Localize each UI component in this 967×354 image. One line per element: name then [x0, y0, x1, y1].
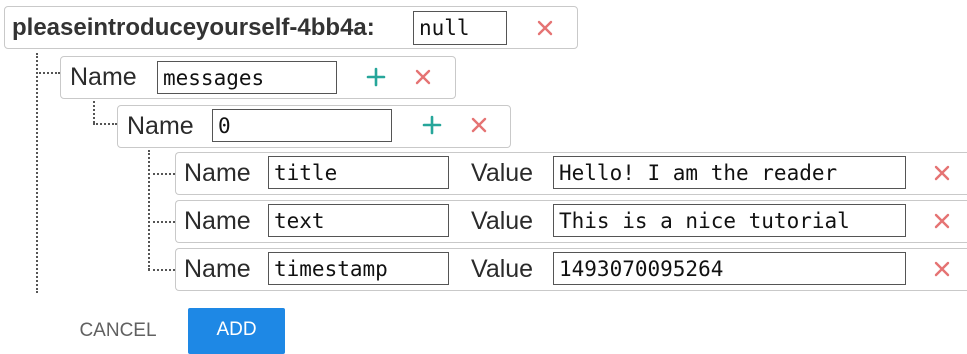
value-input[interactable] [553, 204, 906, 237]
value-input[interactable] [553, 156, 906, 189]
add-button[interactable]: ADD [188, 308, 285, 354]
tree-connector [148, 173, 175, 175]
root-value-input[interactable] [413, 11, 507, 45]
name-label: Name [184, 255, 251, 283]
value-label: Value [471, 207, 534, 235]
add-child-icon[interactable] [362, 63, 390, 91]
name-label: Name [70, 63, 137, 91]
name-input[interactable] [212, 109, 392, 142]
remove-node-icon[interactable] [409, 63, 437, 91]
remove-leaf-icon[interactable] [928, 207, 956, 235]
remove-node-icon[interactable] [465, 111, 493, 139]
name-input[interactable] [268, 252, 449, 285]
add-child-icon[interactable] [418, 111, 446, 139]
tree-connector [148, 150, 150, 270]
value-input[interactable] [553, 252, 906, 285]
name-input[interactable] [268, 156, 449, 189]
name-input[interactable] [157, 61, 337, 94]
root-key-label: pleaseintroduceyourself-4bb4a: [12, 14, 375, 41]
remove-leaf-icon[interactable] [928, 255, 956, 283]
tree-connector [36, 53, 38, 293]
name-input[interactable] [268, 204, 449, 237]
cancel-button[interactable]: CANCEL [62, 309, 174, 353]
tree-connector [148, 269, 175, 271]
name-label: Name [184, 207, 251, 235]
value-label: Value [471, 159, 534, 187]
remove-leaf-icon[interactable] [928, 159, 956, 187]
value-label: Value [471, 255, 534, 283]
remove-root-icon[interactable] [531, 14, 559, 42]
tree-connector [148, 221, 175, 223]
tree-connector [36, 72, 60, 74]
tree-connector [93, 123, 117, 125]
name-label: Name [184, 159, 251, 187]
name-label: Name [127, 112, 194, 140]
tree-connector [93, 101, 95, 123]
